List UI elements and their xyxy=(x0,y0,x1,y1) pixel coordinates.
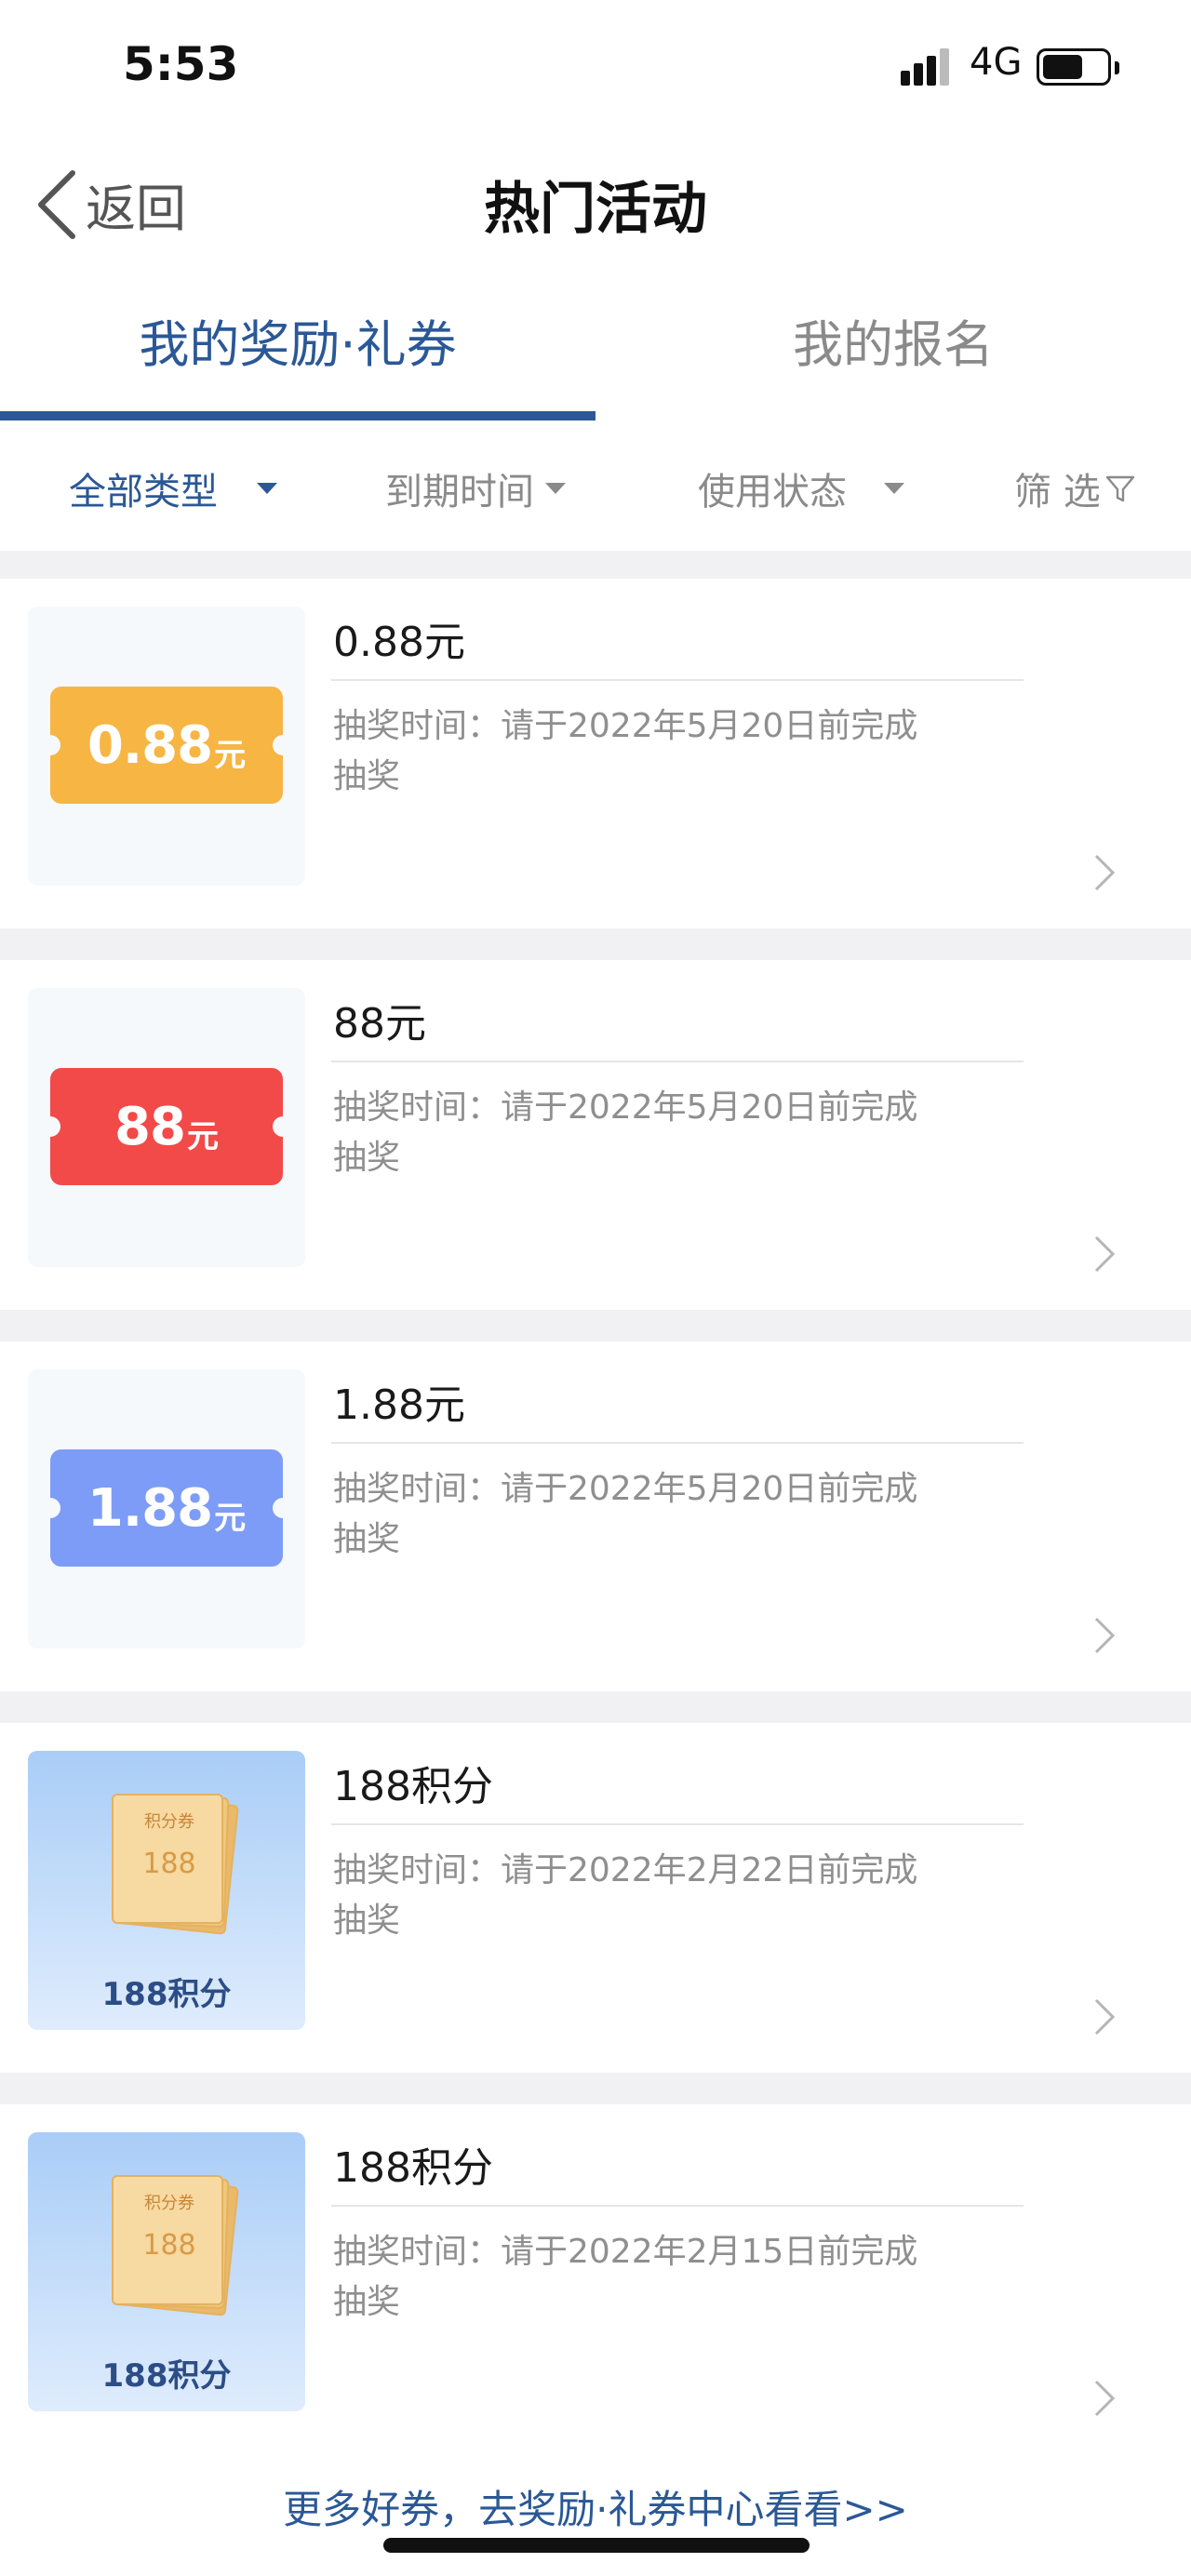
ticket-unit: 元 xyxy=(186,1117,219,1155)
filter-expiry-time-label: 到期时间 xyxy=(385,471,534,514)
points-coupon-header: 积分券 xyxy=(144,1812,194,1832)
filter-screen-label: 筛 选 xyxy=(1014,471,1101,514)
coupon-ticket: 1.88 元 xyxy=(40,1449,293,1567)
reward-title: 188积分 xyxy=(333,2144,493,2192)
filter-all-types-label: 全部类型 xyxy=(69,471,218,514)
coupon-thumbnail: 0.88 元 xyxy=(28,607,305,886)
tab-my-rewards[interactable]: 我的奖励·礼券 xyxy=(0,303,596,377)
caret-down-icon xyxy=(257,483,277,494)
tab-my-registrations[interactable]: 我的报名 xyxy=(596,303,1191,377)
filter-all-types[interactable]: 全部类型 xyxy=(69,461,277,515)
ticket-unit: 元 xyxy=(214,736,247,774)
chevron-right-icon xyxy=(1094,1998,1116,2035)
points-caption: 188积分 xyxy=(101,1976,232,2013)
divider xyxy=(331,1061,1024,1062)
reward-description: 抽奖时间：请于2022年5月20日前完成抽奖 xyxy=(333,707,918,795)
points-thumbnail: 积分券 188 188积分 xyxy=(28,1751,305,2030)
chevron-right-icon xyxy=(1094,2380,1116,2417)
filter-usage-status[interactable]: 使用状态 xyxy=(698,461,904,515)
reward-card[interactable]: 积分券 188 188积分 188积分 抽奖时间：请于2022年2月15日前完成… xyxy=(0,2104,1191,2454)
tab-active-indicator xyxy=(0,411,596,420)
reward-description: 抽奖时间：请于2022年5月20日前完成抽奖 xyxy=(333,1088,918,1177)
points-coupon-icon: 积分券 188 xyxy=(112,1793,239,1935)
divider xyxy=(331,679,1024,681)
reward-title: 88元 xyxy=(333,1000,426,1048)
funnel-icon xyxy=(1105,475,1134,502)
filter-screen[interactable]: 筛 选 xyxy=(1014,461,1136,515)
chevron-right-icon xyxy=(1094,1235,1116,1273)
reward-title: 188积分 xyxy=(333,1763,493,1810)
points-thumbnail: 积分券 188 188积分 xyxy=(28,2132,305,2411)
reward-title: 0.88元 xyxy=(333,619,465,666)
page-title: 热门活动 xyxy=(484,177,707,242)
coupon-ticket: 0.88 元 xyxy=(40,687,293,804)
reward-card[interactable]: 88 元 88元 抽奖时间：请于2022年5月20日前完成抽奖 xyxy=(0,960,1191,1310)
points-caption: 188积分 xyxy=(101,2357,232,2395)
divider xyxy=(331,1442,1024,1444)
points-coupon-value: 188 xyxy=(142,1848,196,1880)
reward-description: 抽奖时间：请于2022年5月20日前完成抽奖 xyxy=(333,1470,918,1558)
signal-icon xyxy=(901,47,957,86)
caret-down-icon xyxy=(545,483,566,494)
caret-down-icon xyxy=(884,483,904,494)
reward-title: 1.88元 xyxy=(333,1381,465,1429)
status-time: 5:53 xyxy=(123,37,239,91)
coupon-thumbnail: 1.88 元 xyxy=(28,1369,305,1648)
ticket-amount: 0.88 xyxy=(87,714,213,776)
reward-card[interactable]: 积分券 188 188积分 188积分 抽奖时间：请于2022年2月22日前完成… xyxy=(0,1723,1191,2073)
divider xyxy=(331,2205,1024,2207)
more-coupons-link[interactable]: 更多好券，去奖励·礼券中心看看>> xyxy=(0,2478,1191,2535)
divider xyxy=(331,1823,1024,1825)
chevron-right-icon xyxy=(1094,854,1116,891)
reward-description: 抽奖时间：请于2022年2月22日前完成抽奖 xyxy=(333,1851,918,1940)
reward-card[interactable]: 1.88 元 1.88元 抽奖时间：请于2022年5月20日前完成抽奖 xyxy=(0,1341,1191,1691)
chevron-right-icon xyxy=(1094,1617,1116,1654)
reward-card[interactable]: 0.88 元 0.88元 抽奖时间：请于2022年5月20日前完成抽奖 xyxy=(0,579,1191,928)
ticket-unit: 元 xyxy=(214,1499,247,1537)
reward-description: 抽奖时间：请于2022年2月15日前完成抽奖 xyxy=(333,2233,918,2321)
ticket-amount: 1.88 xyxy=(87,1477,213,1539)
battery-icon xyxy=(1037,48,1119,86)
points-coupon-value: 188 xyxy=(142,2229,196,2262)
ticket-amount: 88 xyxy=(114,1096,186,1157)
home-indicator[interactable] xyxy=(383,2538,810,2553)
coupon-ticket: 88 元 xyxy=(40,1068,293,1185)
points-coupon-icon: 积分券 188 xyxy=(112,2174,239,2316)
points-coupon-header: 积分券 xyxy=(144,2194,194,2213)
filter-expiry-time[interactable]: 到期时间 xyxy=(385,461,566,515)
filter-bar: 全部类型 到期时间 使用状态 筛 选 xyxy=(0,424,1191,551)
network-type: 4G xyxy=(970,41,1023,84)
filter-usage-status-label: 使用状态 xyxy=(698,471,847,514)
coupon-thumbnail: 88 元 xyxy=(28,988,305,1267)
